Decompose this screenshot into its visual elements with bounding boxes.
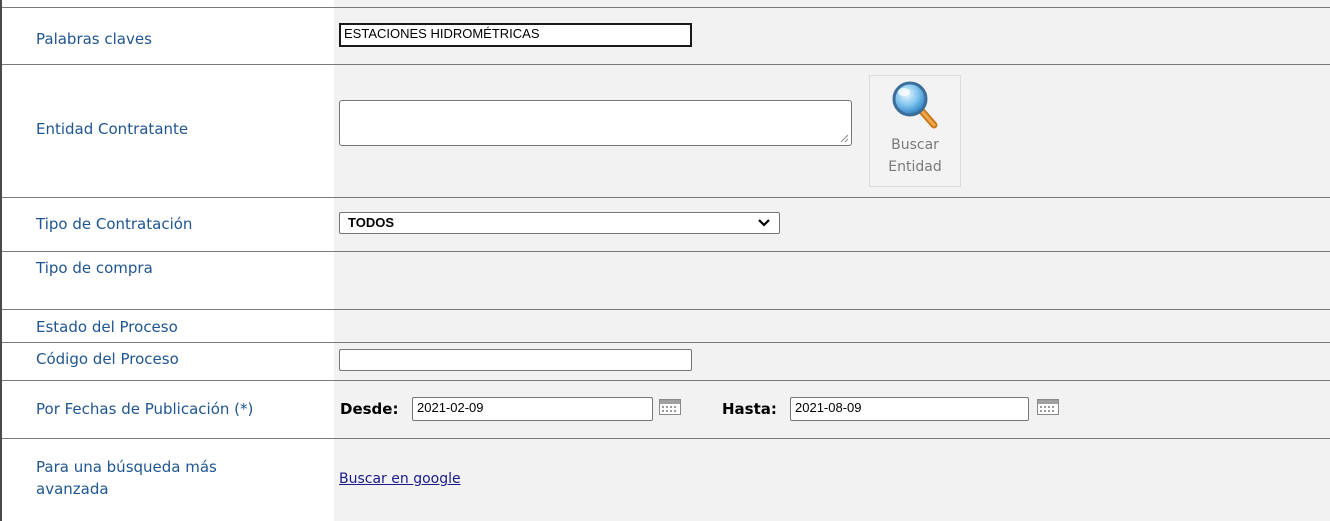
row-process-state: Estado del Proceso bbox=[2, 310, 1330, 343]
row-keywords: Palabras claves ESTACIONES HIDROMÉTRICAS bbox=[2, 8, 1330, 65]
advanced-search-label-2: avanzada bbox=[36, 480, 109, 498]
from-label: Desde: bbox=[340, 400, 399, 418]
search-form: Palabras claves ESTACIONES HIDROMÉTRICAS… bbox=[0, 0, 1330, 521]
row-process-code: Código del Proceso bbox=[2, 343, 1330, 381]
to-date-input[interactable]: 2021-08-09 bbox=[790, 397, 1029, 421]
process-code-input[interactable] bbox=[339, 349, 692, 371]
row-advanced-search: Para una búsqueda más avanzada Buscar en… bbox=[2, 439, 1330, 521]
contract-type-select[interactable]: TODOS bbox=[339, 212, 780, 234]
search-entity-button[interactable]: Buscar Entidad bbox=[869, 75, 961, 187]
process-state-label: Estado del Proceso bbox=[36, 318, 178, 336]
from-date-input[interactable]: 2021-02-09 bbox=[412, 397, 653, 421]
magnifier-icon bbox=[892, 81, 938, 129]
keywords-input[interactable]: ESTACIONES HIDROMÉTRICAS bbox=[339, 23, 692, 47]
purchase-type-label: Tipo de compra bbox=[36, 259, 153, 277]
calendar-icon[interactable] bbox=[659, 399, 681, 415]
row-purchase-type: Tipo de compra bbox=[2, 252, 1330, 310]
entity-textarea[interactable] bbox=[339, 100, 852, 146]
process-code-label: Código del Proceso bbox=[36, 350, 179, 368]
search-entity-label-1: Buscar bbox=[891, 137, 939, 153]
resize-handle-icon[interactable] bbox=[840, 134, 849, 143]
keywords-label: Palabras claves bbox=[36, 30, 152, 48]
contract-type-selected: TODOS bbox=[348, 215, 394, 230]
google-search-link[interactable]: Buscar en google bbox=[339, 471, 461, 487]
search-entity-label-2: Entidad bbox=[888, 159, 942, 175]
previous-row-edge bbox=[2, 0, 1330, 8]
advanced-search-label-1: Para una búsqueda más bbox=[36, 458, 217, 476]
contract-type-label: Tipo de Contratación bbox=[36, 215, 193, 233]
calendar-icon[interactable] bbox=[1037, 399, 1059, 415]
row-publication-dates: Por Fechas de Publicación (*) Desde: 202… bbox=[2, 381, 1330, 439]
chevron-down-icon bbox=[758, 219, 770, 227]
row-entity: Entidad Contratante Buscar Entidad bbox=[2, 65, 1330, 198]
row-contract-type: Tipo de Contratación TODOS bbox=[2, 198, 1330, 252]
publication-dates-label: Por Fechas de Publicación (*) bbox=[36, 400, 254, 418]
to-label: Hasta: bbox=[722, 400, 777, 418]
entity-label: Entidad Contratante bbox=[36, 120, 189, 138]
